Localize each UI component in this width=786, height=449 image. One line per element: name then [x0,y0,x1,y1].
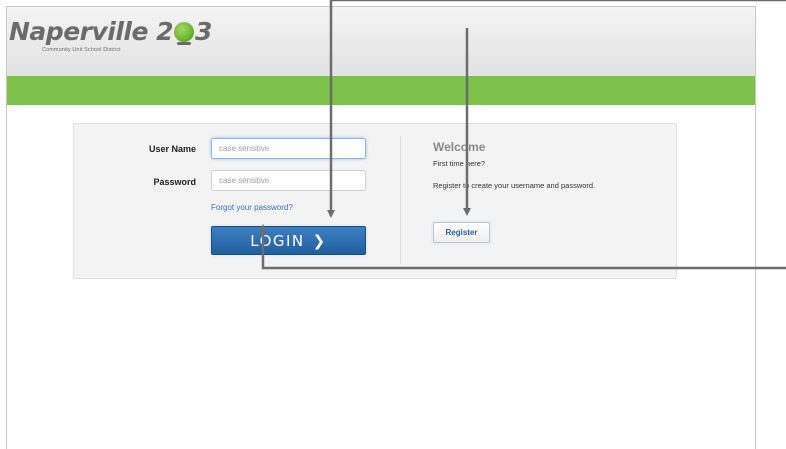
globe-icon [174,22,195,45]
panel-divider [400,136,401,264]
chevron-right-icon: ❯ [312,231,327,250]
logo-text: Naperville 2 [9,17,174,46]
logo-wordmark: Naperville 2 3 [9,17,212,46]
logo-subtitle: Community Unit School District [42,47,121,53]
password-label: Password [153,177,196,187]
forgot-password-link[interactable]: Forgot your password? [211,203,293,212]
welcome-register-text: Register to create your username and pas… [433,181,596,190]
welcome-first-time-text: First time here? [433,159,486,168]
nav-bar [7,76,755,105]
username-label: User Name [148,144,196,154]
password-input[interactable] [211,170,366,191]
site-header: Naperville 2 3 Community Unit School Dist… [7,7,755,76]
login-panel: User Name Password Forgot your password?… [73,123,677,279]
register-button[interactable]: Register [433,222,490,243]
welcome-title: Welcome [433,140,486,154]
district-logo[interactable]: Naperville 2 3 Community Unit School Dist… [9,17,212,57]
login-button-label: LOGIN [250,231,305,250]
login-button[interactable]: LOGIN ❯ [211,226,366,255]
logo-number-end: 3 [195,17,212,46]
username-input[interactable] [211,138,366,159]
